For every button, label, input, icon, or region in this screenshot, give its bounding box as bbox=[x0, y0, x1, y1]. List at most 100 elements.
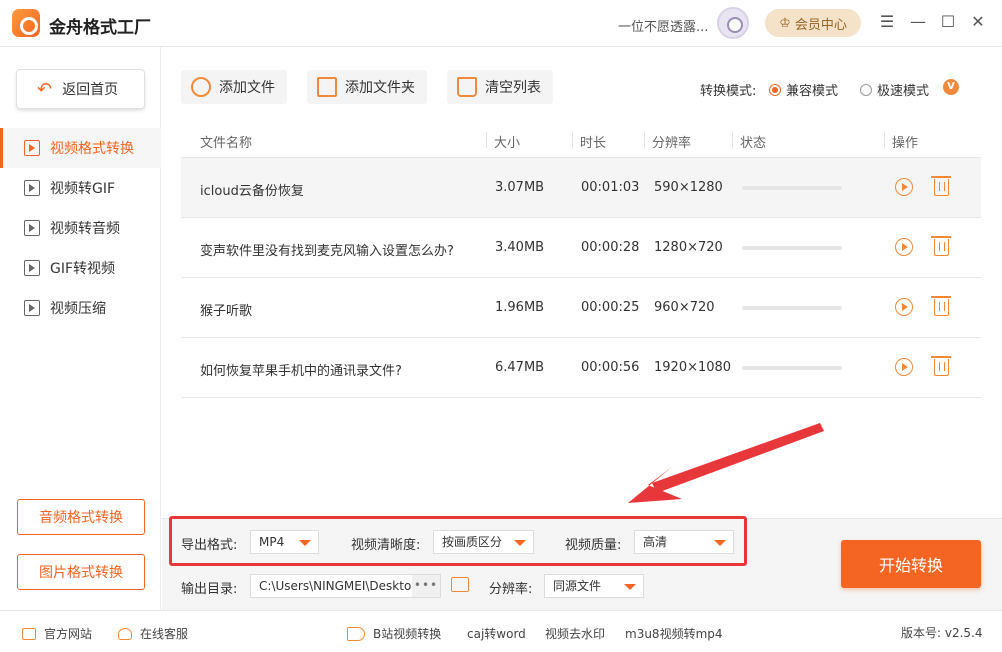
sidebar-item-video-compress[interactable]: 视频压缩 bbox=[0, 288, 161, 328]
video-quality-select[interactable]: 高清 bbox=[634, 530, 734, 554]
column-divider bbox=[486, 132, 487, 148]
chevron-down-icon bbox=[299, 540, 311, 546]
m3u8-to-mp4-link[interactable]: m3u8视频转mp4 bbox=[625, 625, 723, 642]
file-duration: 00:00:25 bbox=[581, 300, 640, 315]
table-row[interactable]: 如何恢复苹果手机中的通讯录文件? 6.47MB 00:00:56 1920×10… bbox=[181, 338, 981, 398]
table-row[interactable]: icloud云备份恢复 3.07MB 00:01:03 590×1280 bbox=[181, 158, 981, 218]
file-resolution: 1280×720 bbox=[654, 240, 723, 255]
sidebar-item-video-to-gif[interactable]: 视频转GIF bbox=[0, 168, 161, 208]
file-size: 3.40MB bbox=[495, 240, 545, 255]
chevron-down-icon bbox=[514, 540, 526, 546]
play-icon bbox=[24, 260, 40, 276]
maximize-icon[interactable]: ☐ bbox=[940, 14, 956, 30]
column-header-resolution: 分辨率 bbox=[652, 136, 692, 151]
add-file-label: 添加文件 bbox=[219, 80, 275, 96]
trash-icon[interactable] bbox=[931, 236, 951, 256]
sidebar-item-label: 视频转音频 bbox=[50, 221, 120, 237]
image-convert-button[interactable]: 图片格式转换 bbox=[17, 554, 145, 590]
export-format-value: MP4 bbox=[259, 535, 285, 549]
annotation-arrow-shaft bbox=[652, 423, 824, 493]
back-home-button[interactable]: ↶ 返回首页 bbox=[16, 69, 145, 109]
image-icon bbox=[24, 180, 40, 196]
file-name: 变声软件里没有找到麦克风输入设置怎么办? bbox=[200, 244, 454, 259]
radio-label: 兼容模式 bbox=[786, 84, 839, 99]
file-duration: 00:01:03 bbox=[581, 180, 640, 195]
video-convert-icon bbox=[24, 140, 40, 156]
video-clarity-value: 按画质区分 bbox=[442, 535, 503, 549]
add-file-button[interactable]: 添加文件 bbox=[181, 70, 287, 104]
clear-list-label: 清空列表 bbox=[485, 80, 541, 96]
open-folder-icon[interactable] bbox=[451, 577, 469, 592]
clear-list-button[interactable]: 清空列表 bbox=[447, 70, 553, 104]
sidebar-item-label: 视频压缩 bbox=[50, 301, 106, 317]
video-clarity-select[interactable]: 按画质区分 bbox=[433, 530, 534, 554]
title-bar: 金舟格式工厂 一位不愿透露... ♔ 会员中心 ☰ — ☐ ✕ bbox=[0, 0, 1002, 47]
file-resolution: 590×1280 bbox=[654, 180, 723, 195]
crown-icon: ♔ bbox=[779, 15, 791, 31]
caj-to-word-link[interactable]: caj转word bbox=[467, 625, 526, 642]
export-format-select[interactable]: MP4 bbox=[250, 530, 319, 554]
play-icon[interactable] bbox=[895, 178, 913, 196]
add-folder-button[interactable]: 添加文件夹 bbox=[307, 70, 427, 104]
column-header-status: 状态 bbox=[740, 136, 767, 151]
resolution-select[interactable]: 同源文件 bbox=[544, 574, 644, 598]
plus-circle-icon bbox=[191, 77, 211, 97]
file-duration: 00:00:56 bbox=[581, 360, 640, 375]
resolution-label: 分辨率: bbox=[489, 582, 533, 597]
user-name[interactable]: 一位不愿透露... bbox=[618, 16, 708, 35]
close-icon[interactable]: ✕ bbox=[970, 14, 986, 30]
add-folder-label: 添加文件夹 bbox=[345, 80, 415, 96]
back-arrow-icon: ↶ bbox=[37, 78, 53, 100]
avatar[interactable] bbox=[717, 7, 749, 39]
browse-more-button[interactable]: ••• bbox=[412, 575, 440, 597]
clear-basket-icon bbox=[457, 77, 477, 97]
vip-badge-icon: V bbox=[943, 79, 959, 95]
vip-center-button[interactable]: ♔ 会员中心 bbox=[765, 9, 861, 37]
menu-icon[interactable]: ☰ bbox=[879, 14, 895, 30]
monitor-icon bbox=[22, 627, 36, 640]
trash-icon[interactable] bbox=[931, 296, 951, 316]
file-resolution: 1920×1080 bbox=[654, 360, 732, 375]
sidebar-item-video-convert[interactable]: 视频格式转换 bbox=[0, 128, 161, 168]
radio-compatible-mode[interactable]: 兼容模式 bbox=[769, 80, 838, 99]
file-duration: 00:00:28 bbox=[581, 240, 640, 255]
video-clarity-label: 视频清晰度: bbox=[351, 538, 421, 553]
sidebar-item-gif-to-video[interactable]: GIF转视频 bbox=[0, 248, 161, 288]
video-watermark-remove-link[interactable]: 视频去水印 bbox=[545, 625, 605, 642]
back-home-label: 返回首页 bbox=[62, 82, 119, 98]
app-logo bbox=[12, 9, 40, 37]
play-icon[interactable] bbox=[895, 358, 913, 376]
table-row[interactable]: 猴子听歌 1.96MB 00:00:25 960×720 bbox=[181, 278, 981, 338]
app-title: 金舟格式工厂 bbox=[49, 18, 151, 38]
video-quality-label: 视频质量: bbox=[565, 538, 622, 553]
audio-convert-button[interactable]: 音频格式转换 bbox=[17, 499, 145, 535]
table-row[interactable]: 变声软件里没有找到麦克风输入设置怎么办? 3.40MB 00:00:28 128… bbox=[181, 218, 981, 278]
official-website-link[interactable]: 官方网站 bbox=[22, 625, 92, 642]
column-divider bbox=[572, 132, 573, 148]
official-website-label: 官方网站 bbox=[44, 627, 93, 641]
minimize-icon[interactable]: — bbox=[910, 14, 926, 30]
status-bar: 官方网站 在线客服 B站视频转换 caj转word 视频去水印 m3u8视频转m… bbox=[0, 610, 1002, 652]
compress-icon bbox=[24, 300, 40, 316]
promo-link-label: B站视频转换 bbox=[373, 627, 442, 641]
annotation-arrow bbox=[628, 423, 824, 503]
online-support-link[interactable]: 在线客服 bbox=[118, 625, 188, 642]
play-icon[interactable] bbox=[895, 298, 913, 316]
sidebar-item-label: GIF转视频 bbox=[50, 261, 116, 277]
vip-center-label: 会员中心 bbox=[794, 17, 847, 33]
file-name: icloud云备份恢复 bbox=[200, 184, 304, 199]
play-icon[interactable] bbox=[895, 238, 913, 256]
file-resolution: 960×720 bbox=[654, 300, 715, 315]
column-divider bbox=[644, 132, 645, 148]
sidebar-item-video-to-audio[interactable]: 视频转音频 bbox=[0, 208, 161, 248]
trash-icon[interactable] bbox=[931, 176, 951, 196]
sidebar-item-label: 视频转GIF bbox=[50, 181, 116, 197]
radio-fast-mode[interactable]: 极速模式 bbox=[860, 80, 929, 99]
music-icon bbox=[24, 220, 40, 236]
bilibili-video-convert-link[interactable]: B站视频转换 bbox=[347, 625, 441, 642]
start-convert-button[interactable]: 开始转换 bbox=[841, 540, 981, 588]
radio-dot bbox=[769, 83, 781, 96]
radio-dot bbox=[860, 83, 872, 96]
output-dir-field[interactable]: C:\Users\NINGMEI\Deskto ••• bbox=[250, 574, 441, 598]
trash-icon[interactable] bbox=[931, 356, 951, 376]
